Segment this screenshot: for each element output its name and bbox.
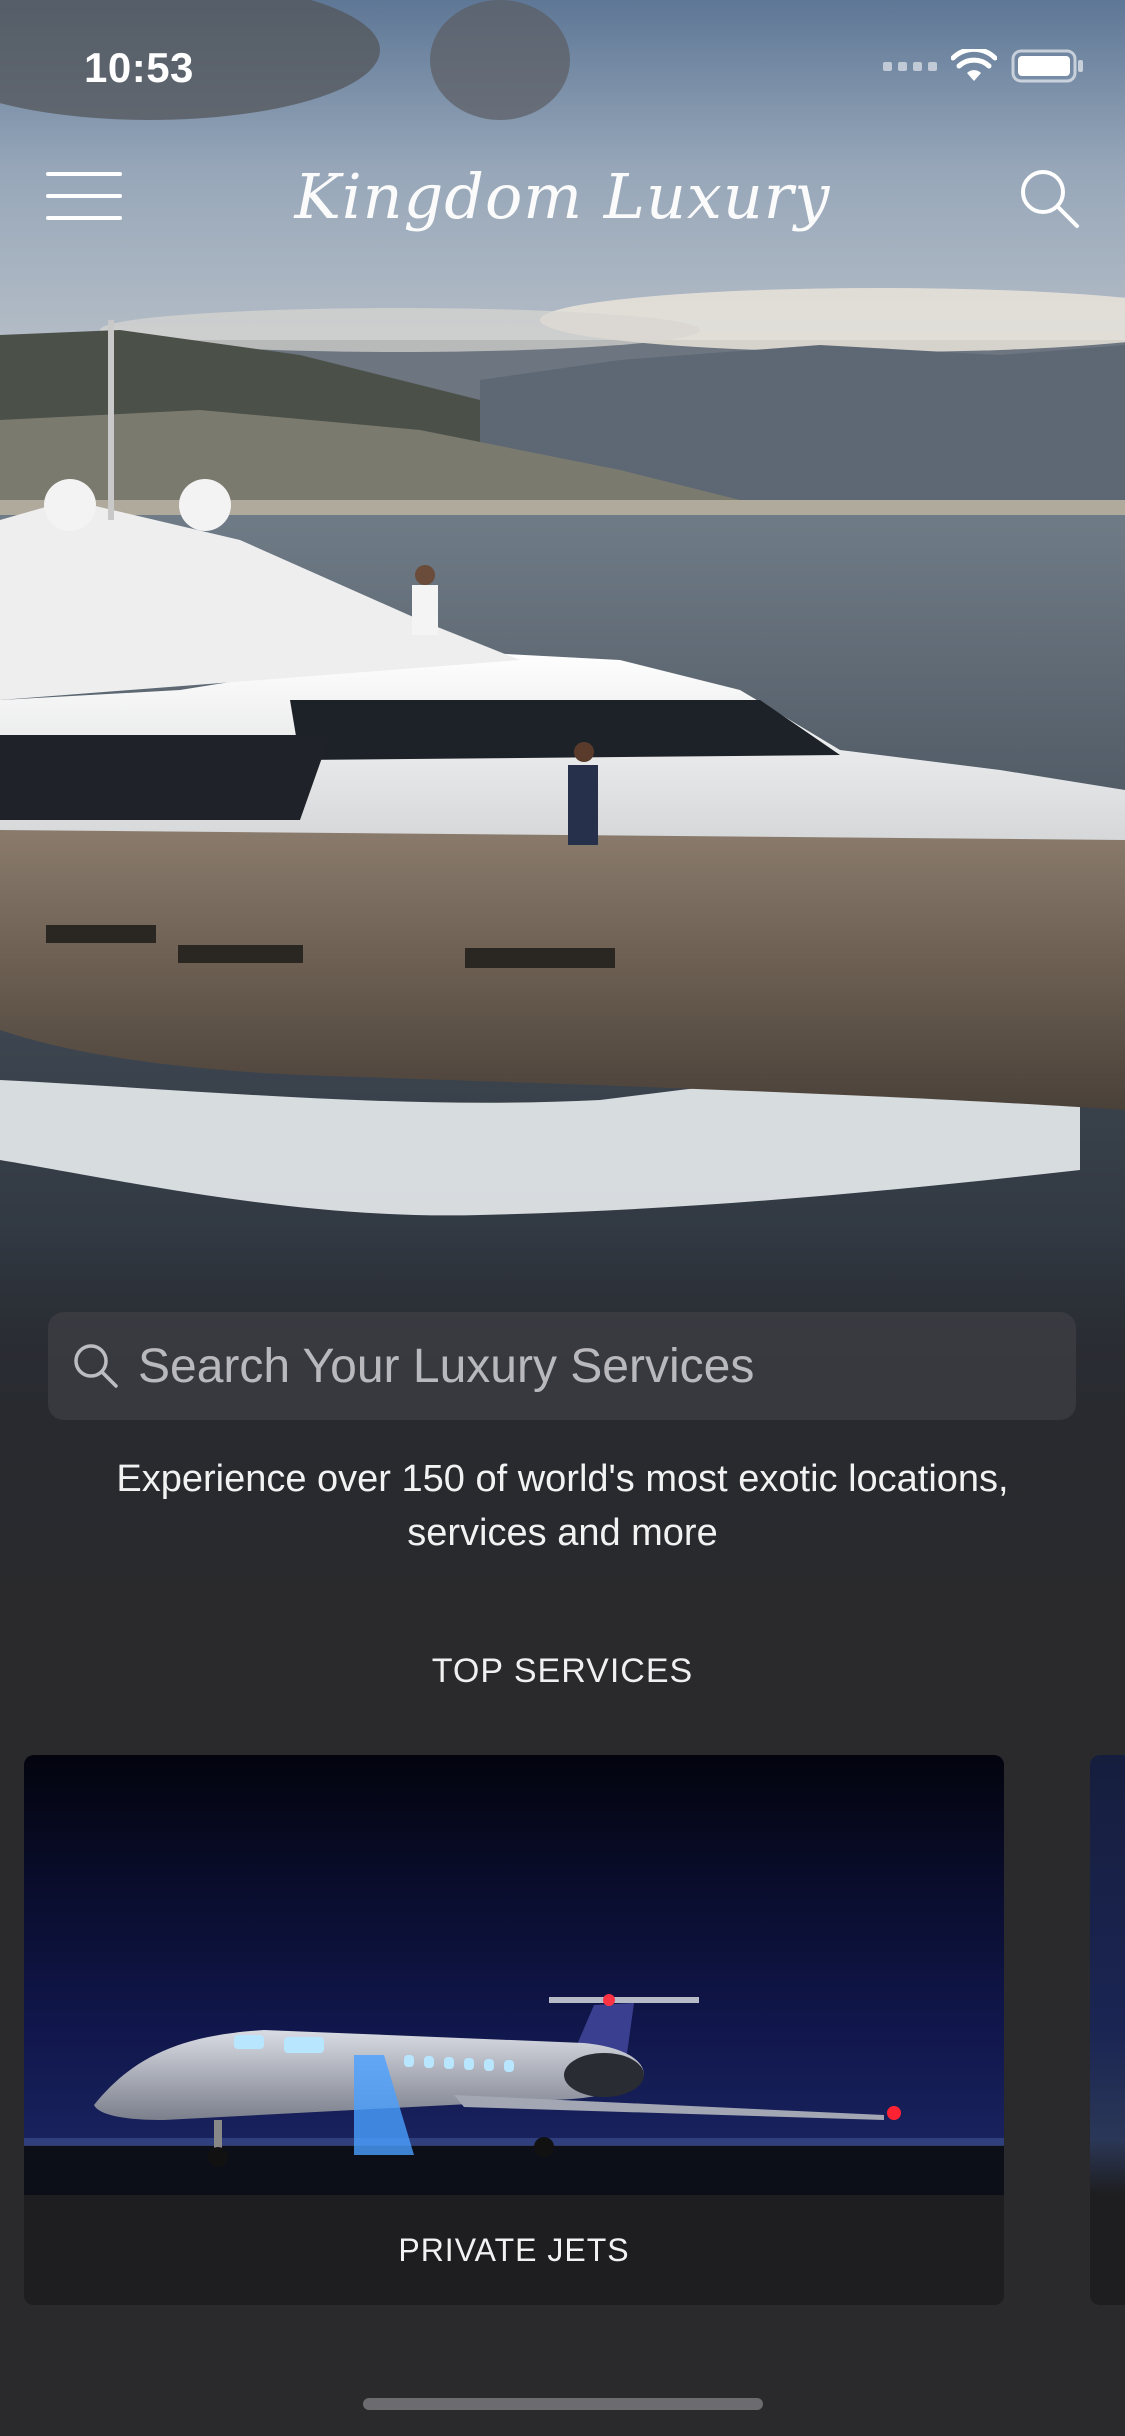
brand-logo: Kingdom Luxury: [294, 160, 831, 233]
search-icon[interactable]: [1017, 166, 1081, 230]
home-indicator: [363, 2398, 763, 2410]
search-bar[interactable]: [48, 1312, 1076, 1420]
search-icon: [74, 1344, 118, 1388]
hero-tagline: Experience over 150 of world's most exot…: [116, 1458, 1009, 1554]
hero-gradient-overlay: [0, 1230, 1125, 1620]
wifi-icon: [951, 49, 997, 81]
service-card-next[interactable]: [1090, 1755, 1125, 2305]
search-input[interactable]: [136, 1337, 1076, 1395]
signal-icon: [883, 61, 937, 71]
private-jet-image: [24, 1755, 1004, 2195]
service-card-label: PRIVATE JETS: [24, 2195, 1004, 2305]
service-card-private-jets[interactable]: PRIVATE JETS: [24, 1755, 1004, 2305]
status-time: 10:53: [84, 44, 194, 91]
status-icons: [883, 48, 1085, 84]
top-services-title: TOP SERVICES: [431, 1652, 694, 1690]
battery-icon: [1011, 49, 1083, 83]
